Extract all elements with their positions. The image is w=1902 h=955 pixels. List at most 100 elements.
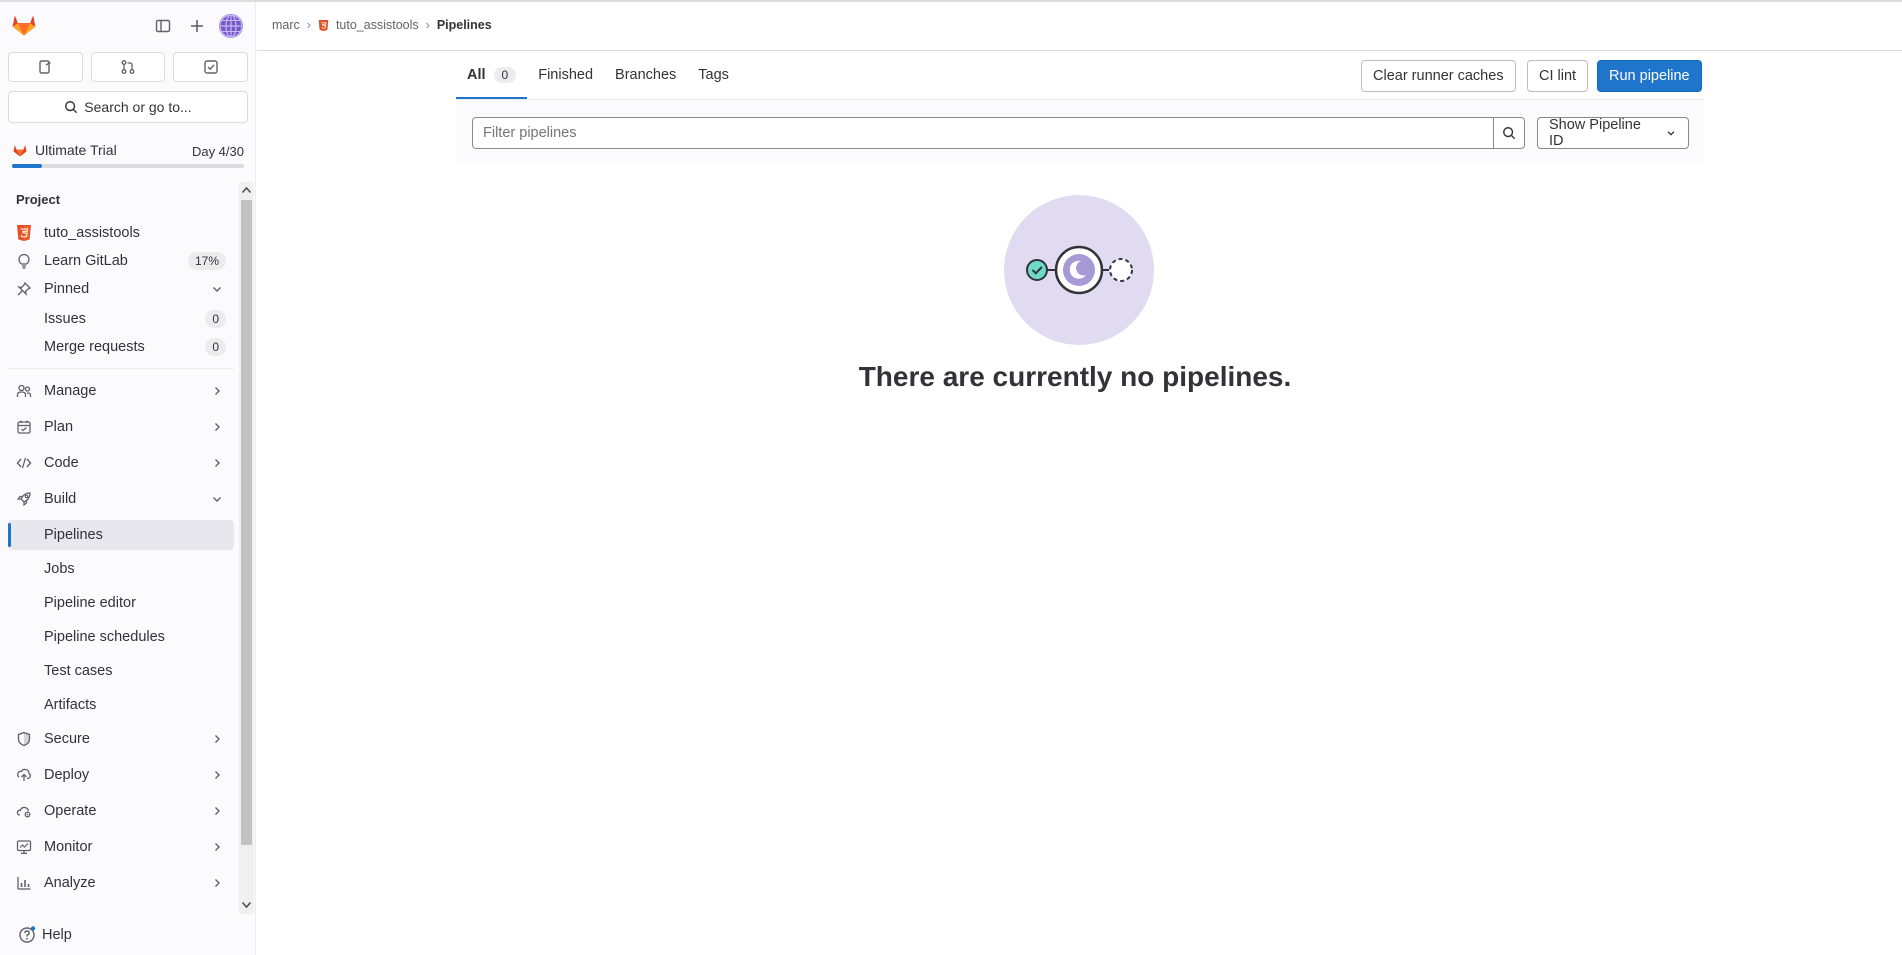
ci-lint-button[interactable]: CI lint [1527, 60, 1589, 92]
chart-icon [14, 873, 34, 893]
sidebar-nav: Project tuto_assistools Learn GitLab 17%… [0, 186, 240, 906]
sidebar-item-merge-requests[interactable]: Merge requests 0 [8, 332, 234, 362]
search-button[interactable]: Search or go to... [8, 91, 248, 123]
tab-count-badge: 0 [493, 67, 517, 83]
sidebar-item-label: Plan [44, 419, 74, 435]
sidebar-item-operate[interactable]: Operate [8, 796, 234, 826]
tab-label: All [467, 67, 486, 83]
code-icon [14, 453, 34, 473]
trial-progress-bar [12, 164, 244, 168]
sidebar-shortcuts [8, 52, 249, 82]
sidebar-item-secure[interactable]: Secure [8, 724, 234, 754]
sidebar-toggle-icon[interactable] [152, 15, 174, 37]
help-button[interactable]: Help [18, 926, 72, 944]
thumbtack-icon [14, 279, 34, 299]
breadcrumb-item-namespace[interactable]: marc [272, 18, 300, 32]
filter-search-button[interactable] [1493, 117, 1525, 149]
shield-icon [14, 729, 34, 749]
empty-state-title: There are currently no pipelines. [858, 361, 1292, 392]
chevron-down-icon [1667, 131, 1675, 136]
sidebar-item-label: Pinned [44, 281, 90, 297]
sidebar-item-build[interactable]: Build [8, 484, 234, 514]
tab-label: Branches [615, 67, 677, 83]
sidebar-item-label: Pipeline editor [44, 595, 136, 611]
monitor-icon [14, 837, 34, 857]
sidebar-item-monitor[interactable]: Monitor [8, 832, 234, 862]
sidebar-item-artifacts[interactable]: Artifacts [8, 690, 234, 720]
scroll-up-icon[interactable] [241, 186, 252, 194]
breadcrumb-separator-icon: › [425, 18, 430, 32]
trial-status[interactable]: Ultimate Trial Day 4/30 [12, 142, 244, 172]
sidebar-item-manage[interactable]: Manage [8, 376, 234, 406]
html5-icon [318, 19, 329, 31]
create-new-icon[interactable] [186, 15, 208, 37]
chevron-right-icon [215, 807, 220, 815]
sidebar-item-pipeline-editor[interactable]: Pipeline editor [8, 588, 234, 618]
sidebar-item-label: Learn GitLab [44, 253, 128, 269]
sidebar-scrollbar[interactable] [239, 182, 254, 914]
divider [8, 368, 234, 369]
gitlab-logo-icon[interactable] [10, 10, 38, 38]
pipeline-key-dropdown[interactable]: Show Pipeline ID [1537, 117, 1689, 149]
pipeline-key-selected: Show Pipeline ID [1549, 117, 1641, 149]
sidebar-item-pipelines[interactable]: Pipelines [8, 520, 234, 550]
chevron-right-icon [215, 771, 220, 779]
sidebar-item-pinned[interactable]: Pinned [8, 274, 234, 304]
trial-day: Day 4/30 [191, 144, 244, 159]
sidebar-item-code[interactable]: Code [8, 448, 234, 478]
filter-pipelines-input[interactable] [472, 117, 1494, 149]
sidebar-item-jobs[interactable]: Jobs [8, 554, 234, 584]
trial-progress-fill [12, 164, 43, 168]
run-pipeline-button[interactable]: Run pipeline [1597, 60, 1702, 92]
tab-branches[interactable]: Branches [604, 51, 687, 99]
help-icon [19, 926, 36, 943]
search-icon [1503, 127, 1516, 140]
sidebar-item-label: Operate [44, 803, 97, 819]
chevron-right-icon [215, 879, 220, 887]
sidebar-item-label: Deploy [44, 767, 90, 783]
chevron-right-icon [215, 735, 220, 743]
scroll-down-icon[interactable] [241, 901, 252, 909]
chevron-right-icon [215, 843, 220, 851]
breadcrumb: marc › tuto_assistools › Pipelines [272, 18, 492, 32]
chevron-down-icon [213, 287, 221, 292]
sidebar-item-deploy[interactable]: Deploy [8, 760, 234, 790]
sidebar-item-issues[interactable]: Issues 0 [8, 304, 234, 334]
sidebar-item-label: Code [44, 455, 79, 471]
tab-label: Finished [538, 67, 594, 83]
sidebar-item-analyze[interactable]: Analyze [8, 868, 234, 898]
tab-tags[interactable]: Tags [687, 51, 740, 99]
chevron-down-icon [213, 497, 221, 502]
assigned-issues-button[interactable] [8, 52, 83, 82]
help-label: Help [42, 927, 72, 943]
merge-request-icon [121, 60, 135, 74]
chevron-right-icon [215, 459, 220, 467]
bulb-icon [14, 251, 34, 271]
sidebar-item-label: Pipeline schedules [44, 629, 165, 645]
search-label: Search or go to... [84, 99, 192, 115]
todo-list-button[interactable] [173, 52, 249, 82]
sidebar-item-test-cases[interactable]: Test cases [8, 656, 234, 686]
project-link[interactable]: tuto_assistools [8, 218, 234, 248]
breadcrumb-item-project[interactable]: tuto_assistools [336, 18, 419, 32]
scrollbar-thumb[interactable] [241, 200, 252, 845]
sidebar-item-plan[interactable]: Plan [8, 412, 234, 442]
trial-label: Ultimate Trial [35, 142, 117, 158]
sidebar-item-label: Build [44, 491, 77, 507]
sidebar-item-label: Analyze [44, 875, 96, 891]
merge-requests-button[interactable] [90, 52, 166, 82]
clear-runner-caches-button[interactable]: Clear runner caches [1361, 60, 1516, 92]
tab-all[interactable]: All 0 [456, 51, 528, 99]
sidebar-item-pipeline-schedules[interactable]: Pipeline schedules [8, 622, 234, 652]
sidebar-item-label: Pipelines [44, 527, 103, 543]
avatar[interactable] [219, 14, 243, 38]
breadcrumb-item-current[interactable]: Pipelines [437, 18, 492, 32]
sidebar-item-label: Manage [44, 383, 97, 399]
sidebar-item-learn-gitlab[interactable]: Learn GitLab 17% [8, 246, 234, 276]
sidebar-item-label: Jobs [44, 561, 75, 577]
sidebar-item-label: Merge requests [44, 339, 145, 355]
empty-state-illustration [1004, 195, 1154, 345]
sidebar-item-label: Monitor [44, 839, 93, 855]
tab-finished[interactable]: Finished [527, 51, 604, 99]
deployments-icon [14, 765, 34, 785]
